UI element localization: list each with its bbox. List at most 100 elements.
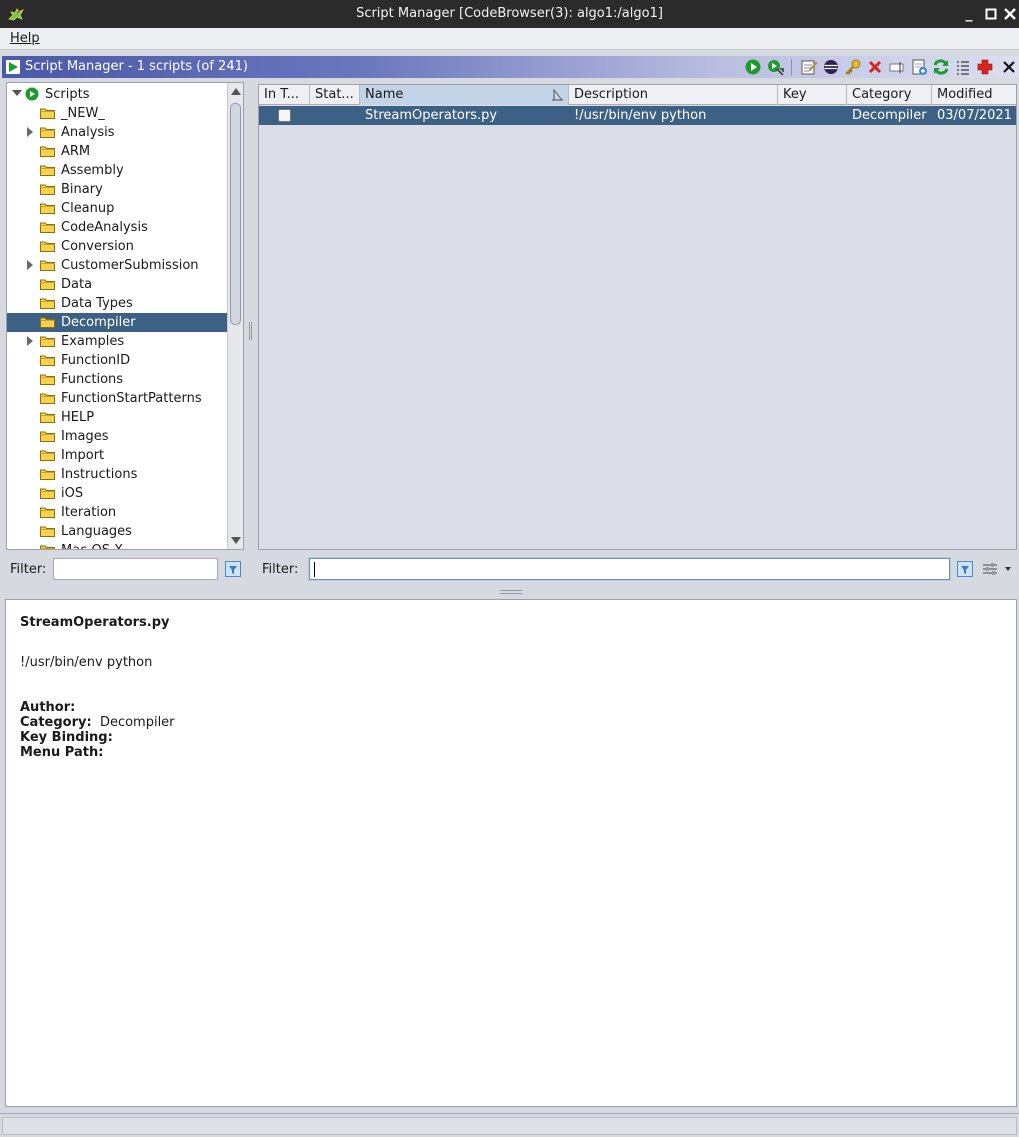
expand-icon[interactable]: [27, 336, 33, 346]
tree-item[interactable]: FunctionID: [7, 351, 229, 370]
column-key[interactable]: Key: [778, 85, 847, 105]
run-last-script-icon[interactable]: [766, 58, 784, 76]
tree-item[interactable]: Analysis: [7, 123, 229, 142]
cell-name[interactable]: StreamOperators.py: [360, 106, 569, 125]
tree-item-label: Import: [61, 448, 105, 463]
horizontal-splitter[interactable]: [500, 590, 522, 594]
close-window-icon[interactable]: [1001, 5, 1019, 23]
folder-icon: [40, 240, 55, 252]
folder-icon: [40, 544, 55, 549]
column-name[interactable]: Name: [360, 85, 569, 105]
tree-item[interactable]: FunctionStartPatterns: [7, 389, 229, 408]
tree-item-label: FunctionID: [61, 353, 131, 368]
tree-item[interactable]: _NEW_: [7, 104, 229, 123]
tree-item[interactable]: iOS: [7, 484, 229, 503]
tree-item[interactable]: CodeAnalysis: [7, 218, 229, 237]
maximize-icon[interactable]: [982, 5, 1000, 23]
details-author-label: Author:: [20, 700, 76, 715]
refresh-icon[interactable]: [932, 58, 950, 76]
table-row[interactable]: StreamOperators.py !/usr/bin/env python …: [259, 106, 1016, 125]
scroll-down-icon[interactable]: [231, 537, 241, 544]
tree-item[interactable]: Conversion: [7, 237, 229, 256]
script-manager-header: Script Manager - 1 scripts (of 241): [2, 56, 1019, 78]
tree-item[interactable]: Iteration: [7, 503, 229, 522]
menu-help[interactable]: Help: [10, 31, 40, 46]
tree-item[interactable]: Examples: [7, 332, 229, 351]
scroll-up-icon[interactable]: [231, 88, 241, 95]
tree-root-label[interactable]: Scripts: [45, 87, 89, 102]
rename-script-icon[interactable]: [888, 58, 906, 76]
tree-item[interactable]: Data: [7, 275, 229, 294]
category-tree[interactable]: Scripts _NEW_ Analysis ARM Assembly Binary Cl…: [6, 82, 244, 550]
filter-settings-icon[interactable]: [982, 561, 998, 577]
tree-item[interactable]: Assembly: [7, 161, 229, 180]
chevron-down-icon[interactable]: [1005, 567, 1011, 571]
script-filter-input[interactable]: [309, 558, 950, 580]
tree-item[interactable]: CustomerSubmission: [7, 256, 229, 275]
folder-icon: [40, 335, 55, 347]
tree-item-label: Conversion: [61, 239, 134, 254]
expand-icon[interactable]: [27, 127, 33, 137]
column-in-tool[interactable]: In T...: [259, 85, 310, 105]
edit-eclipse-icon[interactable]: [822, 58, 840, 76]
in-tool-checkbox[interactable]: [278, 109, 291, 122]
tree-item[interactable]: Languages: [7, 522, 229, 541]
key-binding-icon[interactable]: [844, 58, 862, 76]
column-category[interactable]: Category: [847, 85, 932, 105]
tree-item[interactable]: Import: [7, 446, 229, 465]
tree-item[interactable]: Instructions: [7, 465, 229, 484]
folder-icon: [40, 411, 55, 423]
tree-item[interactable]: Mac OS X: [7, 541, 229, 549]
tree-item-label: Functions: [61, 372, 124, 387]
category-filter-input[interactable]: [53, 558, 218, 580]
filter-options-icon[interactable]: [957, 561, 973, 577]
tree-scrollbar[interactable]: [227, 83, 243, 549]
run-script-icon[interactable]: [744, 58, 762, 76]
column-description[interactable]: Description: [569, 85, 778, 105]
expand-icon[interactable]: [27, 260, 33, 270]
script-manager-icon: [6, 60, 20, 74]
cell-modified: 03/07/2021: [937, 108, 1012, 123]
tree-item-label: Data: [61, 277, 93, 292]
tree-item[interactable]: ARM: [7, 142, 229, 161]
details-description: !/usr/bin/env python: [20, 655, 153, 670]
script-details-panel: StreamOperators.py !/usr/bin/env python …: [5, 599, 1017, 1107]
script-directories-icon[interactable]: [954, 58, 972, 76]
tree-item[interactable]: Images: [7, 427, 229, 446]
scroll-thumb[interactable]: [230, 103, 241, 325]
help-icon[interactable]: [976, 58, 994, 76]
details-key-binding-label: Key Binding:: [20, 730, 113, 745]
delete-script-icon[interactable]: [866, 58, 884, 76]
menu-help-label: Help: [10, 31, 40, 46]
column-modified[interactable]: Modified: [932, 85, 1016, 105]
edit-script-icon[interactable]: [800, 58, 818, 76]
tree-item[interactable]: Binary: [7, 180, 229, 199]
filter-options-icon[interactable]: [225, 561, 241, 577]
details-category-label: Category:: [20, 715, 92, 730]
details-author: Author:: [20, 700, 75, 715]
vertical-splitter[interactable]: [249, 322, 252, 340]
tree-item[interactable]: Cleanup: [7, 199, 229, 218]
folder-icon: [40, 278, 55, 290]
new-script-icon[interactable]: [910, 58, 928, 76]
script-table[interactable]: In T... Stat... Name Description Key Cat…: [258, 84, 1017, 550]
close-icon[interactable]: [1000, 58, 1018, 76]
tree-item[interactable]: Decompiler: [7, 313, 229, 332]
tree-item-label: iOS: [61, 486, 84, 501]
minimize-icon[interactable]: _: [960, 5, 978, 23]
scripts-root-icon: [25, 87, 39, 101]
folder-icon: [40, 164, 55, 176]
column-status[interactable]: Stat...: [310, 85, 360, 105]
tree-item-label: Mac OS X: [61, 543, 123, 549]
cell-in-tool[interactable]: [259, 106, 310, 125]
tree-item[interactable]: Data Types: [7, 294, 229, 313]
collapse-root-icon[interactable]: [12, 90, 22, 96]
folder-icon: [40, 354, 55, 366]
tree-item[interactable]: Functions: [7, 370, 229, 389]
folder-icon: [40, 259, 55, 271]
script-filter-row: Filter:: [257, 556, 1019, 582]
tree-item[interactable]: HELP: [7, 408, 229, 427]
cell-status: [310, 106, 360, 125]
details-menu-path: Menu Path:: [20, 745, 103, 760]
details-key-binding: Key Binding:: [20, 730, 113, 745]
